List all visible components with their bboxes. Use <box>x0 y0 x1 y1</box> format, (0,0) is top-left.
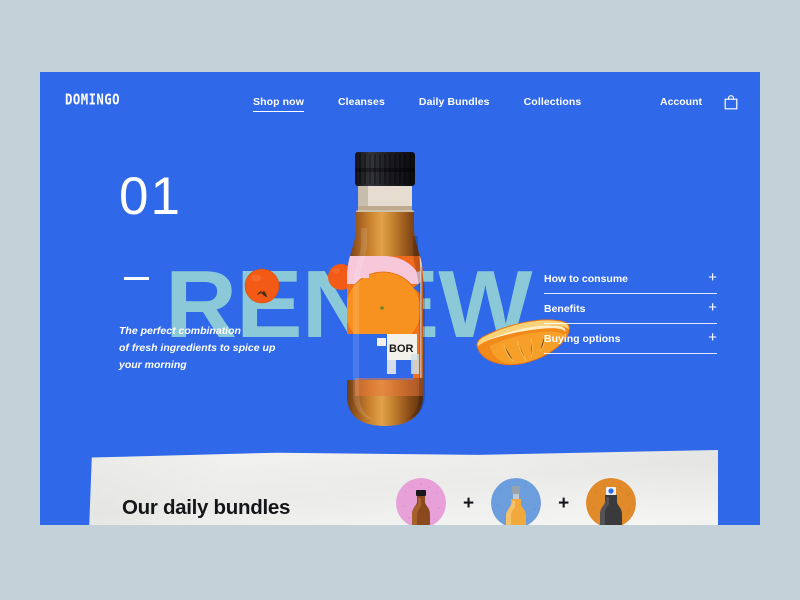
accordion-item-benefits[interactable]: Benefits + <box>544 294 717 324</box>
bundle-separator-1: + <box>463 492 475 514</box>
nav-item-cleanses[interactable]: Cleanses <box>338 96 385 112</box>
nav-item-collections[interactable]: Collections <box>524 96 582 112</box>
nav-item-daily-bundles[interactable]: Daily Bundles <box>419 96 490 112</box>
page-root: DOMINGO Shop now Cleanses Daily Bundles … <box>0 0 800 600</box>
account-link[interactable]: Account <box>660 96 702 108</box>
hero-product-bottle[interactable]: BOR <box>325 138 445 458</box>
bundle-separator-2: + <box>558 492 570 514</box>
plus-icon[interactable]: + <box>708 270 717 285</box>
bundle-product-2-icon <box>491 478 542 528</box>
bundle-item-3[interactable] <box>586 478 637 528</box>
bottle-illustration: BOR <box>347 152 425 426</box>
hero-tagline-line-3: your morning <box>119 359 187 371</box>
bundles-list: + + <box>396 478 637 528</box>
accordion-item-how-to-consume[interactable]: How to consume + <box>544 264 717 294</box>
hero-tagline: The perfect combination of fresh ingredi… <box>119 323 309 374</box>
bundle-item-2[interactable] <box>491 478 542 528</box>
bundle-item-1[interactable] <box>396 478 446 528</box>
accordion-item-buying-options[interactable]: Buying options + <box>544 324 717 354</box>
bundle-product-1-icon <box>396 478 446 528</box>
hero-tagline-line-2: of fresh ingredients to spice up <box>119 342 276 354</box>
nav-item-shop-now[interactable]: Shop now <box>253 96 304 112</box>
shopping-bag-icon[interactable] <box>724 94 738 110</box>
plus-icon[interactable]: + <box>708 300 717 315</box>
brand-logo[interactable]: DOMINGO <box>65 92 120 109</box>
top-navigation: DOMINGO Shop now Cleanses Daily Bundles … <box>40 72 760 134</box>
svg-text:BOR: BOR <box>389 343 414 355</box>
accordion-label: Benefits <box>544 302 586 315</box>
page-bottom-strip <box>0 525 800 600</box>
bundle-product-3-icon <box>586 478 637 528</box>
bundles-title: Our daily bundles <box>122 496 291 519</box>
hero-tagline-line-1: The perfect combination <box>119 325 241 337</box>
slide-number: 01 <box>119 167 182 226</box>
accordion-label: How to consume <box>544 272 629 285</box>
nav-right-group: Account <box>660 94 738 110</box>
nav-links: Shop now Cleanses Daily Bundles Collecti… <box>253 96 581 112</box>
plus-icon[interactable]: + <box>708 330 717 345</box>
product-info-accordion: How to consume + Benefits + Buying optio… <box>544 264 717 354</box>
accordion-label: Buying options <box>544 332 621 345</box>
slide-divider-dash <box>124 277 149 280</box>
